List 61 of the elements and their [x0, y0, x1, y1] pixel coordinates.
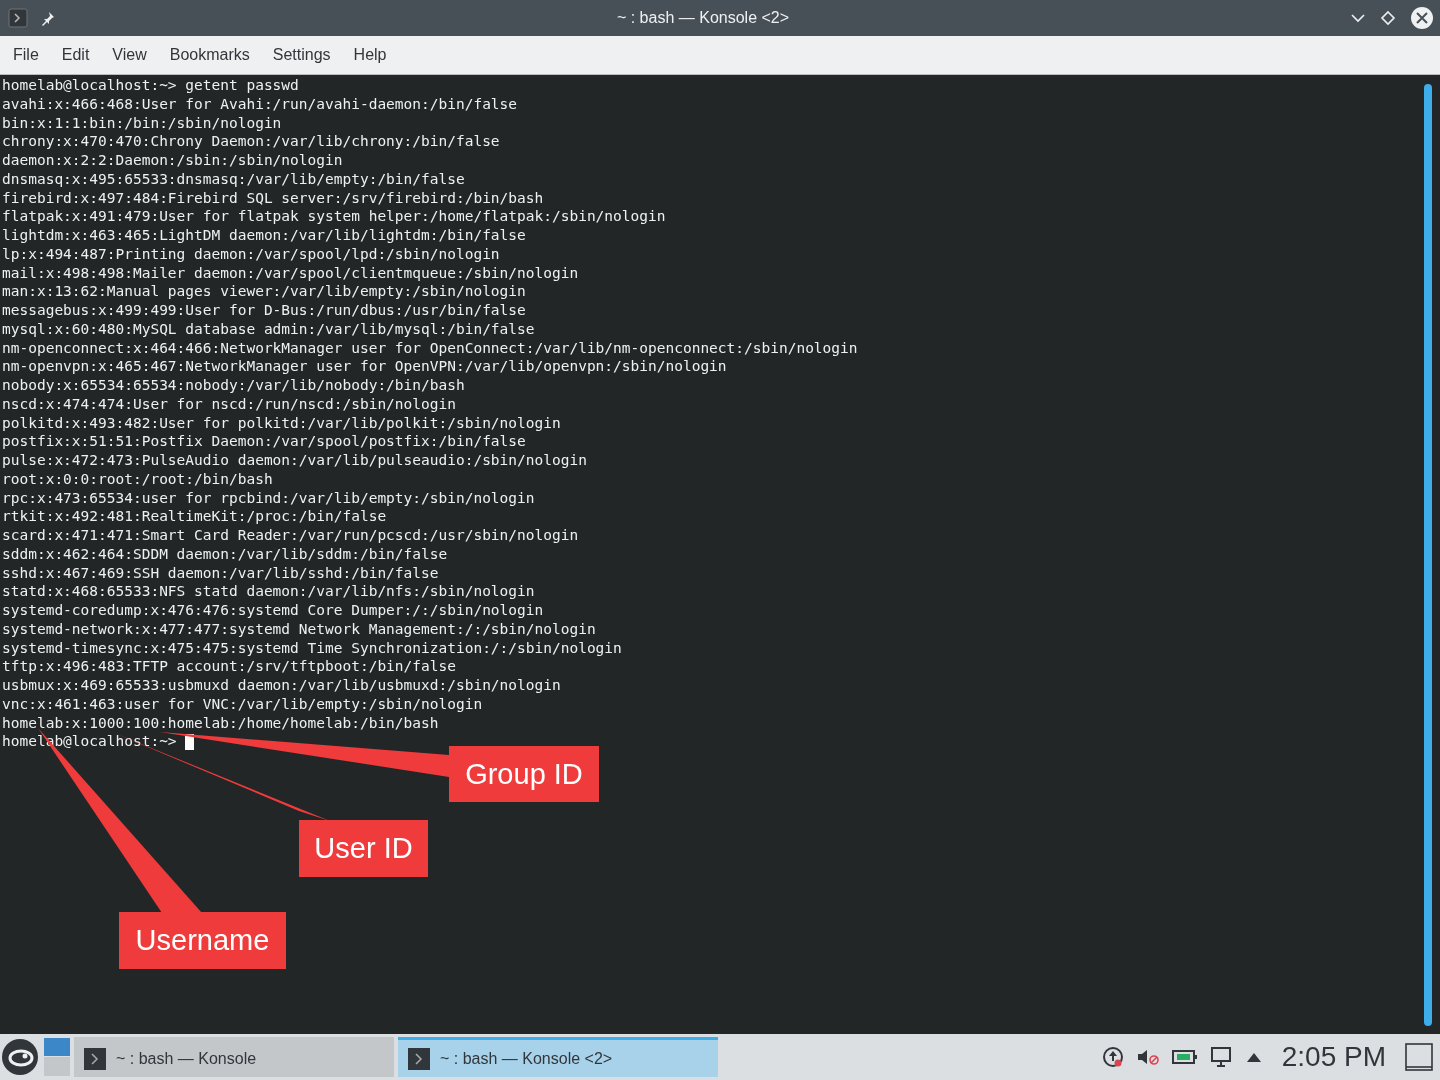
output-line: pulse:x:472:473:PulseAudio daemon:/var/lib/pulseaudio:/sbin/nologin: [2, 451, 587, 470]
output-line: usbmux:x:469:65533:usbmuxd daemon:/var/lib/usbmuxd:/sbin/nologin: [2, 676, 561, 695]
battery-icon[interactable]: [1171, 1047, 1198, 1067]
callout-label: Username: [119, 912, 286, 969]
output-line: mail:x:498:498:Mailer daemon:/var/spool/clientmqueue:/sbin/nologin: [2, 263, 579, 283]
output-line: firebird:x:497:484:Firebird SQL server:/srv/firebird:/bin/bash: [2, 188, 544, 208]
output-line: avahi:x:466:468:User for Avahi:/run/avahi-daemon:/bin/false: [2, 94, 518, 114]
output-line: sddm:x:462:464:SDDM daemon:/var/lib/sddm:/bin/false: [2, 544, 448, 564]
output-line: daemon:x:2:2:Daemon:/sbin:/sbin/nologin: [2, 151, 343, 170]
output-line: rpc:x:473:65534:user for rpcbind:/var/lib/empty:/sbin/nologin: [2, 488, 535, 508]
taskbar-button[interactable]: ~ : bash — Konsole: [74, 1037, 394, 1077]
output-line: mysql:x:60:480:MySQL database admin:/var/lib/mysql:/bin/false: [2, 319, 535, 339]
output-line: vnc:x:461:463:user for VNC:/var/lib/empty:/sbin/nologin: [2, 694, 483, 714]
close-icon[interactable]: [1410, 6, 1434, 30]
output-line: root:x:0:0:root:/root:/bin/bash: [2, 469, 273, 489]
output-line: systemd-network:x:477:477:systemd Network Management:/:/sbin/nologin: [2, 619, 596, 639]
maximize-icon[interactable]: [1380, 10, 1396, 26]
output-line: polkitd:x:493:482:User for polkitd:/var/lib/polkit:/sbin/nologin: [2, 413, 561, 433]
output-line: flatpak:x:491:479:User for flatpak system helper:/home/flatpak:/sbin/nologin: [2, 207, 666, 226]
taskbar-button[interactable]: ~ : bash — Konsole <2>: [398, 1037, 718, 1077]
output-line: homelab:x:1000:100:homelab:/home/homelab:/bin/bash: [2, 713, 439, 733]
output-line: sshd:x:467:469:SSH daemon:/var/lib/sshd:/bin/false: [2, 563, 439, 583]
pin-icon[interactable]: [40, 10, 56, 26]
menu-item[interactable]: Settings: [260, 46, 342, 64]
output-line: dnsmasq:x:495:65533:dnsmasq:/var/lib/empty:/bin/false: [2, 169, 465, 189]
start-menu-icon[interactable]: [0, 1037, 40, 1077]
callout-label: User ID: [299, 820, 428, 877]
window-title: ~ : bash — Konsole <2>: [615, 9, 791, 27]
output-line: bin:x:1:1:bin:/bin:/sbin/nologin: [2, 113, 282, 133]
output-line: statd:x:468:65533:NFS statd daemon:/var/lib/nfs:/sbin/nologin: [2, 582, 535, 601]
shell-prompt: homelab@localhost:~> getent passwd: [2, 76, 299, 95]
output-line: postfix:x:51:51:Postfix Daemon:/var/spool/postfix:/bin/false: [2, 432, 526, 451]
menu-item[interactable]: Help: [341, 46, 398, 64]
output-line: rtkit:x:492:481:RealtimeKit:/proc:/bin/false: [2, 507, 387, 526]
output-line: messagebus:x:499:499:User for D-Bus:/run/dbus:/usr/bin/false: [2, 301, 526, 320]
callout-label: Group ID: [449, 746, 599, 802]
output-line: nscd:x:474:474:User for nscd:/run/nscd:/sbin/nologin: [2, 394, 456, 414]
output-line: systemd-timesync:x:475:475:systemd Time Synchronization:/:/sbin/nologin: [2, 638, 622, 658]
output-line: tftp:x:496:483:TFTP account:/srv/tftpboot:/bin/false: [2, 657, 456, 676]
output-line: systemd-coredump:x:476:476:systemd Core Dumper:/:/sbin/nologin: [2, 601, 544, 620]
terminal-icon: [84, 1047, 106, 1070]
clock[interactable]: 2:05 PM: [1281, 1041, 1386, 1073]
output-line: chrony:x:470:470:Chrony Daemon:/var/lib/chrony:/bin/false: [2, 132, 500, 151]
menu-item[interactable]: Edit: [49, 46, 101, 64]
terminal-icon: [408, 1047, 430, 1070]
terminal-icon[interactable]: [8, 8, 28, 28]
output-line: scard:x:471:471:Smart Card Reader:/var/run/pcscd:/usr/sbin/nologin: [2, 526, 579, 545]
show-desktop-icon[interactable]: [1404, 1042, 1434, 1072]
output-line: nm-openconnect:x:464:466:NetworkManager user for OpenConnect:/var/lib/nm-openconnect:/sbin/nologin: [2, 338, 858, 358]
update-icon[interactable]: [1101, 1046, 1124, 1068]
output-line: nm-openvpn:x:465:467:NetworkManager user for OpenVPN:/var/lib/openvpn:/sbin/nologin: [2, 357, 727, 376]
scrollbar[interactable]: [1424, 84, 1432, 1026]
menu-item[interactable]: File: [1, 46, 50, 64]
menu-item[interactable]: Bookmarks: [157, 46, 261, 64]
menu-item[interactable]: View: [100, 46, 158, 64]
monitor-icon[interactable]: [1209, 1046, 1234, 1068]
output-line: lightdm:x:463:465:LightDM daemon:/var/lib/lightdm:/bin/false: [2, 226, 526, 245]
output-line: nobody:x:65534:65534:nobody:/var/lib/nobody:/bin/bash: [2, 376, 465, 395]
caret-up-icon[interactable]: [1245, 1051, 1262, 1063]
output-line: lp:x:494:487:Printing daemon:/var/spool/lpd:/sbin/nologin: [2, 244, 500, 264]
output-line: man:x:13:62:Manual pages viewer:/var/lib/empty:/sbin/nologin: [2, 282, 526, 301]
